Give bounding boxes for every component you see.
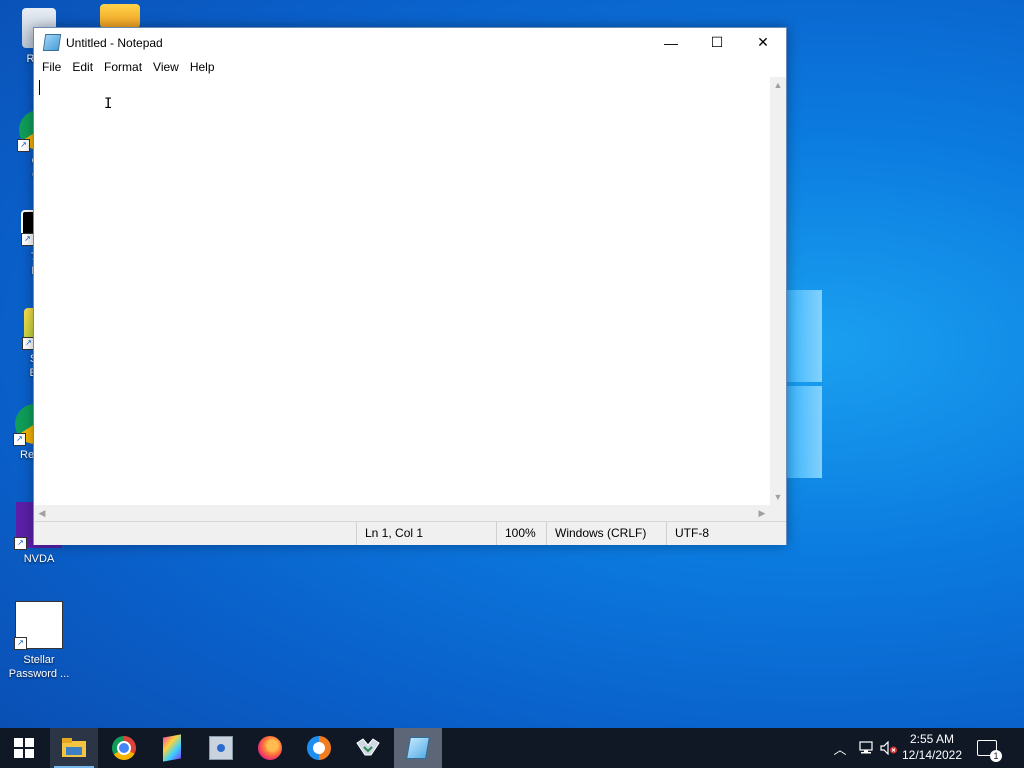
status-bar: Ln 1, Col 1 100% Windows (CRLF) UTF-8 xyxy=(34,521,786,545)
status-encoding: UTF-8 xyxy=(666,522,770,545)
desktop-icon-stellar-password[interactable]: ↗ Stellar Password ... xyxy=(4,601,74,681)
taskbar: ︿ 2:55 AM 12/14/2022 1 xyxy=(0,728,1024,768)
minimize-icon: — xyxy=(664,34,678,51)
action-center-button[interactable]: 1 xyxy=(972,728,1002,768)
maximize-button[interactable]: ☐ xyxy=(694,28,740,57)
show-hidden-icons-button[interactable]: ︿ xyxy=(830,728,850,768)
menu-edit[interactable]: Edit xyxy=(66,60,98,74)
taskbar-file-explorer[interactable] xyxy=(50,728,98,768)
network-icon xyxy=(859,741,873,754)
title-bar[interactable]: Untitled - Notepad — ☐ ✕ xyxy=(34,28,786,57)
clock-date: 12/14/2022 xyxy=(901,748,963,762)
close-icon: ✕ xyxy=(757,34,769,50)
taskbar-notepad[interactable] xyxy=(394,728,442,768)
chevron-up-icon: ︿ xyxy=(833,741,847,757)
notification-count: 1 xyxy=(990,750,1002,762)
notepad-window[interactable]: Untitled - Notepad — ☐ ✕ File Edit Forma… xyxy=(33,27,787,545)
horizontal-scrollbar[interactable]: ◀ ▶ xyxy=(34,505,770,521)
chrome-icon xyxy=(112,736,136,760)
folder-icon xyxy=(100,4,140,28)
handshake-icon xyxy=(356,738,380,756)
menu-format[interactable]: Format xyxy=(98,60,147,74)
network-button[interactable] xyxy=(855,728,877,768)
taskbar-app-security[interactable] xyxy=(197,728,245,768)
status-position: Ln 1, Col 1 xyxy=(356,522,496,545)
vertical-scrollbar[interactable]: ▲ ▼ xyxy=(770,77,786,505)
menu-file[interactable]: File xyxy=(36,60,66,74)
menu-bar: File Edit Format View Help xyxy=(34,57,786,77)
taskbar-app-vpn[interactable] xyxy=(295,728,343,768)
text-editor[interactable]: I xyxy=(34,77,770,505)
minimize-button[interactable]: — xyxy=(648,28,694,57)
taskbar-firefox[interactable] xyxy=(246,728,294,768)
ibeam-cursor-icon: I xyxy=(104,96,113,112)
text-caret xyxy=(39,80,40,95)
close-button[interactable]: ✕ xyxy=(740,28,786,57)
status-zoom: 100% xyxy=(496,522,546,545)
start-button[interactable] xyxy=(0,728,48,768)
scroll-up-icon[interactable]: ▲ xyxy=(770,77,786,93)
notification-icon: 1 xyxy=(977,740,1002,762)
security-app-icon xyxy=(209,736,233,760)
scroll-down-icon[interactable]: ▼ xyxy=(770,489,786,505)
firefox-icon xyxy=(258,736,282,760)
windows-logo-wallpaper xyxy=(786,290,822,480)
scroll-left-icon[interactable]: ◀ xyxy=(34,505,50,521)
system-clock[interactable]: 2:55 AM 12/14/2022 xyxy=(896,731,968,763)
notepad-icon xyxy=(406,737,430,759)
scrollbar-corner xyxy=(770,505,786,521)
menu-help[interactable]: Help xyxy=(184,60,220,74)
envelope-lock-icon: ↗ xyxy=(14,601,63,650)
scroll-right-icon[interactable]: ▶ xyxy=(754,505,770,521)
notepad-icon xyxy=(42,34,62,51)
taskbar-app-colorful[interactable] xyxy=(148,728,196,768)
taskbar-app-handshake[interactable] xyxy=(344,728,392,768)
windows-start-icon xyxy=(14,738,34,758)
taskbar-chrome[interactable] xyxy=(100,728,148,768)
shield-browser-icon xyxy=(307,736,331,760)
desktop-icon-label: Stellar Password ... xyxy=(8,654,70,680)
window-title: Untitled - Notepad xyxy=(66,35,163,50)
colorful-app-icon xyxy=(163,734,181,762)
desktop-icon-label: NVDA xyxy=(23,553,55,565)
status-line-ending: Windows (CRLF) xyxy=(546,522,666,545)
maximize-icon: ☐ xyxy=(710,34,724,50)
clock-time: 2:55 AM xyxy=(909,732,955,746)
folder-icon xyxy=(62,738,86,757)
menu-view[interactable]: View xyxy=(147,60,184,74)
